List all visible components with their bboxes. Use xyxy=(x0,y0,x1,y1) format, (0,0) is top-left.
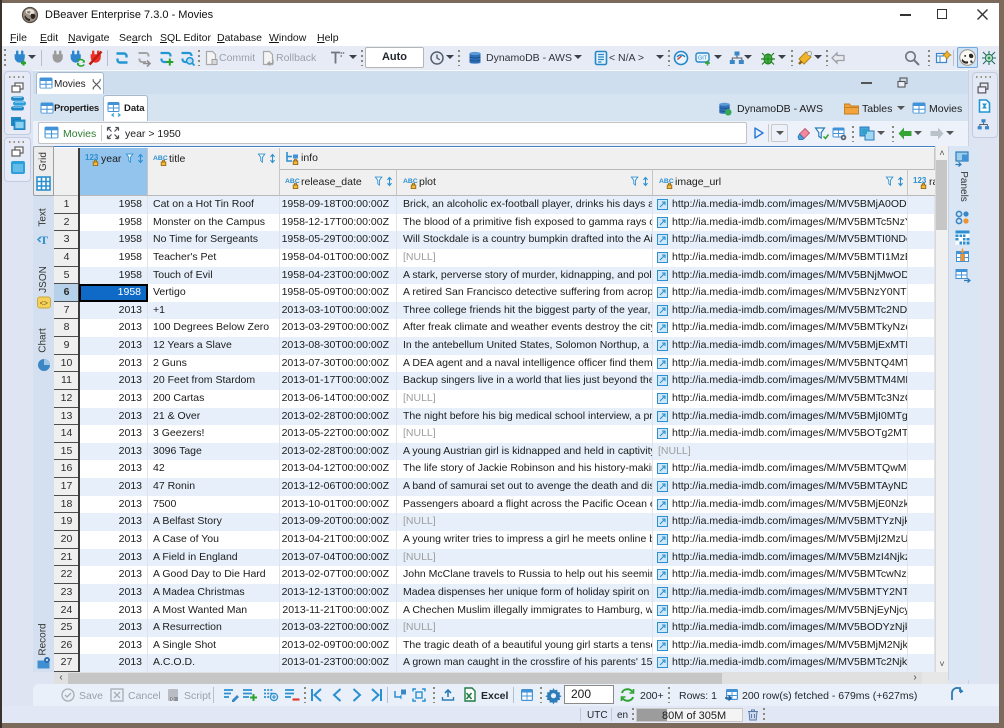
svg-text:Q: Q xyxy=(171,697,175,702)
svg-text:T: T xyxy=(40,233,48,247)
svg-text:<>: <> xyxy=(40,301,48,309)
svg-text:ABC: ABC xyxy=(153,155,168,162)
svg-text:GIT: GIT xyxy=(698,56,708,62)
svg-text:ABC: ABC xyxy=(285,178,300,185)
svg-text:ABC: ABC xyxy=(659,178,674,185)
svg-text:ABC: ABC xyxy=(403,178,418,185)
